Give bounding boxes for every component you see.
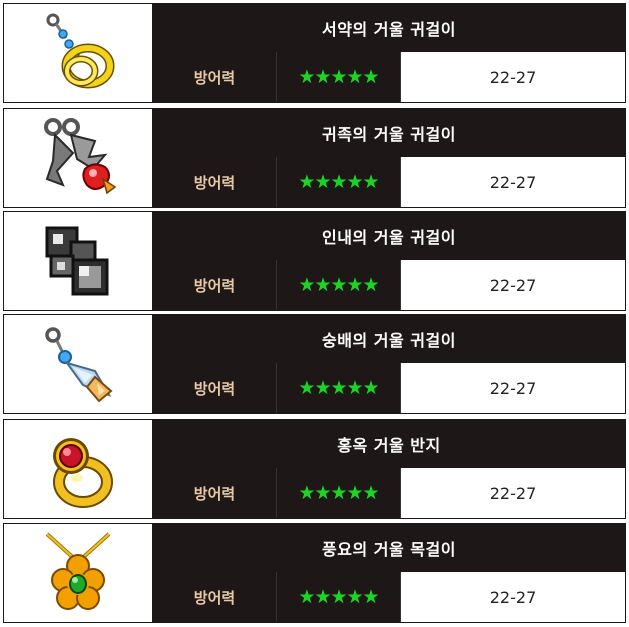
item-card: 서약의 거울 귀걸이 방어력 ★★★★★ 22-27	[3, 3, 626, 103]
stat-value: 22-27	[401, 52, 625, 102]
item-card: 풍요의 거울 목걸이 방어력 ★★★★★ 22-27	[3, 523, 626, 623]
gold-ring-earring-icon	[46, 13, 115, 89]
stat-label: 방어력	[153, 157, 276, 207]
stat-label: 방어력	[153, 468, 276, 518]
crystal-drop-earring-icon	[45, 327, 113, 403]
square-block-earring-icon	[45, 226, 109, 296]
item-thumbnail	[4, 109, 152, 207]
flower-emerald-necklace-icon	[45, 532, 111, 610]
rating-stars: ★★★★★	[277, 52, 400, 102]
stat-label: 방어력	[153, 572, 276, 622]
item-thumbnail	[4, 315, 152, 413]
stat-value: 22-27	[401, 260, 625, 310]
rating-stars: ★★★★★	[277, 157, 400, 207]
item-card: 홍옥 거울 반지 방어력 ★★★★★ 22-27	[3, 419, 626, 519]
stat-value: 22-27	[401, 363, 625, 413]
item-thumbnail	[4, 524, 152, 622]
item-card: 귀족의 거울 귀걸이 방어력 ★★★★★ 22-27	[3, 108, 626, 208]
item-thumbnail	[4, 212, 152, 310]
item-thumbnail	[4, 420, 152, 518]
noble-wing-ruby-earring-icon	[44, 118, 117, 195]
item-name: 서약의 거울 귀걸이	[153, 4, 625, 51]
stat-label: 방어력	[153, 260, 276, 310]
rating-stars: ★★★★★	[277, 572, 400, 622]
item-name: 홍옥 거울 반지	[153, 420, 625, 467]
ruby-ring-icon	[53, 438, 113, 508]
rating-stars: ★★★★★	[277, 468, 400, 518]
rating-stars: ★★★★★	[277, 260, 400, 310]
item-thumbnail	[4, 4, 152, 102]
item-name: 귀족의 거울 귀걸이	[153, 109, 625, 156]
item-name: 숭배의 거울 귀걸이	[153, 315, 625, 362]
item-card: 인내의 거울 귀걸이 방어력 ★★★★★ 22-27	[3, 211, 626, 311]
stat-label: 방어력	[153, 363, 276, 413]
stat-value: 22-27	[401, 572, 625, 622]
item-card: 숭배의 거울 귀걸이 방어력 ★★★★★ 22-27	[3, 314, 626, 414]
rating-stars: ★★★★★	[277, 363, 400, 413]
item-name: 인내의 거울 귀걸이	[153, 212, 625, 259]
stat-label: 방어력	[153, 52, 276, 102]
stat-value: 22-27	[401, 468, 625, 518]
item-name: 풍요의 거울 목걸이	[153, 524, 625, 571]
stat-value: 22-27	[401, 157, 625, 207]
